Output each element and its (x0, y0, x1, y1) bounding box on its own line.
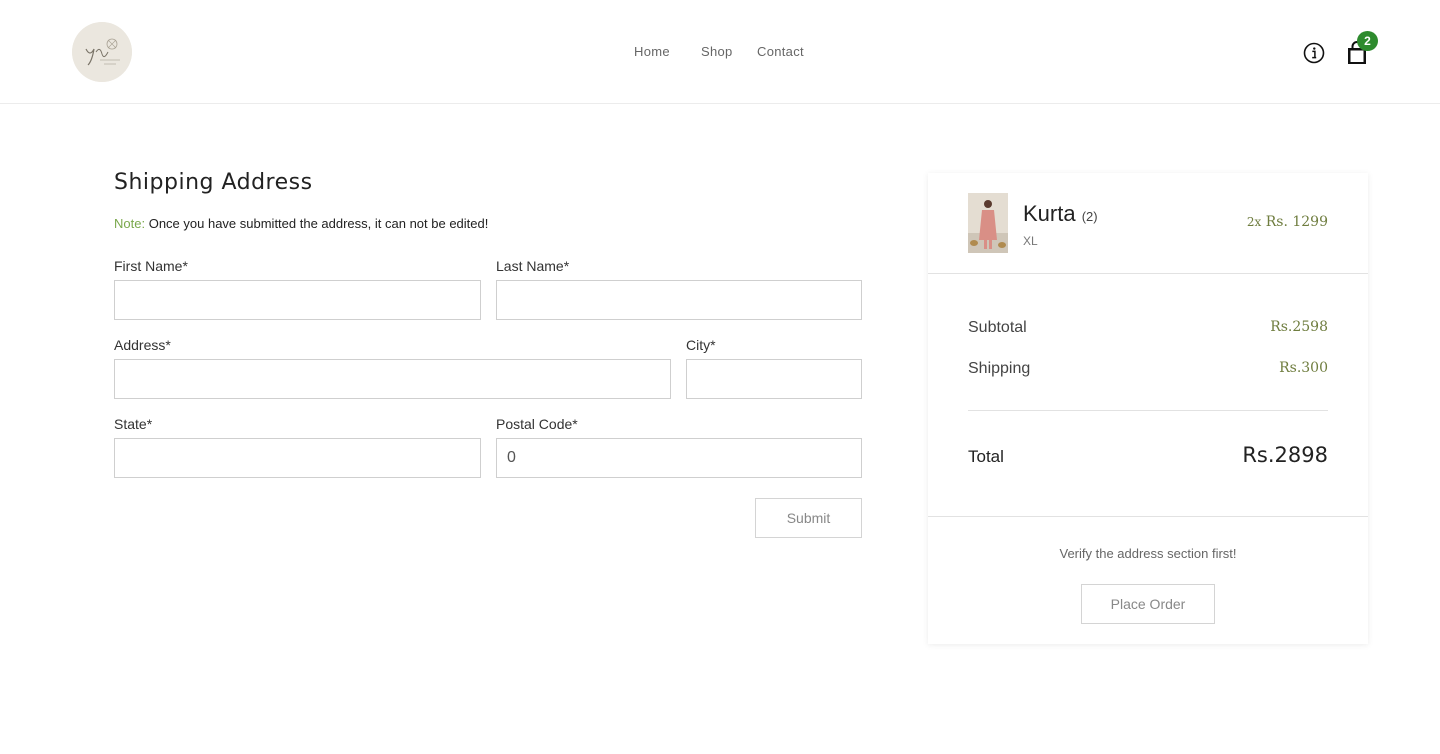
subtotal-value: Rs.2598 (1270, 319, 1328, 335)
submit-button[interactable]: Submit (755, 498, 862, 538)
total-label: Total (968, 447, 1004, 466)
brand-logo[interactable] (72, 22, 132, 82)
postal-code-input[interactable]: 0 (496, 438, 862, 478)
item-name: Kurta (2) (1023, 201, 1098, 227)
nav-shop-link[interactable]: Shop (701, 44, 733, 59)
first-name-input[interactable] (114, 280, 481, 320)
city-group: City* (686, 337, 862, 399)
item-size: XL (1023, 234, 1038, 248)
shipping-row: Shipping Rs.300 (968, 360, 1328, 378)
footer-divider (928, 516, 1368, 517)
total-row: Total Rs.2898 (968, 443, 1328, 467)
verify-message: Verify the address section first! (1059, 546, 1237, 561)
place-order-button[interactable]: Place Order (1081, 584, 1215, 624)
shipping-value: Rs.300 (1279, 360, 1328, 376)
last-name-group: Last Name* (496, 258, 862, 320)
form-title: Shipping Address (114, 170, 313, 195)
first-name-label: First Name* (114, 258, 188, 274)
last-name-label: Last Name* (496, 258, 570, 274)
total-value: Rs.2898 (1242, 443, 1328, 467)
item-quantity: (2) (1081, 209, 1098, 224)
item-price: 2x Rs. 1299 (1247, 214, 1328, 230)
nav-contact-link[interactable]: Contact (757, 44, 804, 59)
city-input[interactable] (686, 359, 862, 399)
cart-count-badge: 2 (1357, 31, 1378, 51)
item-name-text: Kurta (1023, 201, 1076, 226)
last-name-input[interactable] (496, 280, 862, 320)
subtotal-label: Subtotal (968, 319, 1027, 336)
city-label: City* (686, 337, 716, 353)
logo-mark-icon (72, 22, 132, 82)
shipping-form: Shipping Address Note: Once you have sub… (114, 170, 862, 538)
address-label: Address* (114, 337, 171, 353)
nav-home-link[interactable]: Home (634, 44, 670, 59)
order-summary-card: Kurta (2) XL 2x Rs. 1299 Subtotal Rs.259… (928, 173, 1368, 644)
shipping-label: Shipping (968, 360, 1031, 377)
subtotal-row: Subtotal Rs.2598 (968, 319, 1328, 337)
summary-divider (968, 410, 1328, 411)
item-unit-price: Rs. 1299 (1265, 214, 1328, 230)
address-group: Address* (114, 337, 671, 399)
note-label: Note: (114, 216, 146, 231)
postal-code-label: Postal Code* (496, 416, 578, 432)
item-multiplier: 2x (1246, 215, 1262, 229)
postal-code-group: Postal Code* 0 (496, 416, 862, 478)
cart-item: Kurta (2) XL 2x Rs. 1299 (928, 173, 1368, 274)
state-group: State* (114, 416, 481, 478)
note-text: Once you have submitted the address, it … (148, 216, 489, 231)
address-input[interactable] (114, 359, 671, 399)
state-input[interactable] (114, 438, 481, 478)
info-icon[interactable] (1303, 42, 1325, 64)
first-name-group: First Name* (114, 258, 481, 320)
state-label: State* (114, 416, 153, 432)
site-header: Home Shop Contact 2 (0, 0, 1440, 104)
form-note: Note: Once you have submitted the addres… (114, 216, 488, 231)
product-image (968, 193, 1008, 253)
